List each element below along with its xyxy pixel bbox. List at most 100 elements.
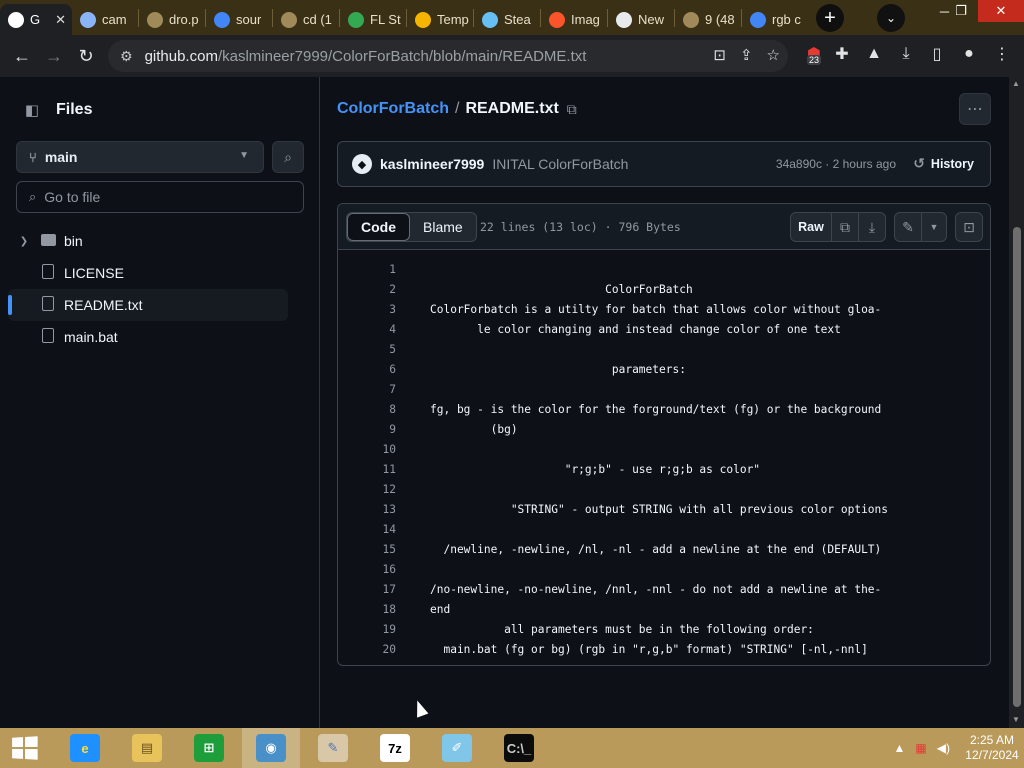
- scroll-down-icon[interactable]: ▼: [1012, 715, 1020, 724]
- close-tab-icon[interactable]: ✕: [55, 12, 66, 28]
- restore-button[interactable]: ❐: [946, 0, 976, 22]
- browser-tab[interactable]: 9 (48: [675, 4, 741, 35]
- line-number[interactable]: 9: [338, 420, 396, 440]
- network-icon[interactable]: ▦: [915, 741, 926, 755]
- taskbar-internet-explorer[interactable]: e: [56, 728, 114, 768]
- install-app-icon[interactable]: ⊡: [713, 46, 726, 64]
- close-window-button[interactable]: ✕: [978, 0, 1024, 22]
- chevron-right-icon[interactable]: ❯: [16, 236, 32, 247]
- line-number[interactable]: 3: [338, 300, 396, 320]
- site-info-icon[interactable]: ⚙: [120, 48, 133, 65]
- edit-file-button[interactable]: ✎: [894, 212, 922, 242]
- flask-icon: ▲: [866, 45, 882, 62]
- more-options-button[interactable]: ⋯: [959, 93, 991, 125]
- line-number[interactable]: 14: [338, 520, 396, 540]
- tray-chevron-up-icon[interactable]: ▲: [894, 741, 906, 755]
- taskbar-7zip[interactable]: 7z: [366, 728, 424, 768]
- new-tab-button[interactable]: +: [816, 4, 844, 32]
- side-panel-button[interactable]: ▯: [923, 38, 951, 70]
- browser-tab[interactable]: Temp: [407, 4, 473, 35]
- browser-tab[interactable]: cam: [72, 4, 138, 35]
- git-branch-icon: ⑂: [29, 149, 37, 165]
- taskbar-chrome[interactable]: ◉: [242, 728, 300, 768]
- line-number[interactable]: 4: [338, 320, 396, 340]
- commit-author[interactable]: kaslmineer7999: [380, 156, 484, 172]
- line-number[interactable]: 11: [338, 460, 396, 480]
- line-number[interactable]: 7: [338, 380, 396, 400]
- taskbar-paint[interactable]: ✎: [304, 728, 362, 768]
- branch-selector[interactable]: ⑂ main ▼: [16, 141, 264, 173]
- internet-explorer-icon: e: [70, 734, 100, 762]
- line-number[interactable]: 5: [338, 340, 396, 360]
- clock[interactable]: 2:25 AM 12/7/2024: [960, 733, 1024, 763]
- browser-tab[interactable]: dro.p: [139, 4, 205, 35]
- tree-file[interactable]: main.bat: [8, 321, 288, 353]
- line-number[interactable]: 20: [338, 640, 396, 660]
- avatar[interactable]: ◆: [352, 154, 372, 174]
- profile-button[interactable]: ●: [955, 38, 983, 70]
- download-raw-button[interactable]: ⤓: [858, 212, 886, 242]
- start-button[interactable]: [0, 728, 48, 768]
- browser-tab[interactable]: cd (1: [273, 4, 339, 35]
- line-number[interactable]: 10: [338, 440, 396, 460]
- copy-raw-button[interactable]: ⧉: [831, 212, 859, 242]
- forward-button[interactable]: →: [38, 40, 70, 72]
- line-number[interactable]: 19: [338, 620, 396, 640]
- taskbar-file-explorer[interactable]: ▤: [118, 728, 176, 768]
- tab-search-button[interactable]: ⌄: [877, 4, 905, 32]
- chrome-menu-button[interactable]: ⋮: [988, 38, 1016, 70]
- line-text: ColorForBatch: [430, 283, 693, 296]
- search-code-button[interactable]: ⌕: [272, 141, 304, 173]
- bookmark-star-icon[interactable]: ☆: [767, 46, 780, 64]
- extension-adblock-button[interactable]: ⬢23: [800, 38, 828, 70]
- browser-tab[interactable]: New: [608, 4, 674, 35]
- line-number[interactable]: 8: [338, 400, 396, 420]
- tab-blame[interactable]: Blame: [410, 213, 476, 241]
- line-number[interactable]: 13: [338, 500, 396, 520]
- downloads-button[interactable]: ⤓: [892, 38, 920, 70]
- go-to-file-input[interactable]: ⌕ Go to file: [16, 181, 304, 213]
- line-number[interactable]: 17: [338, 580, 396, 600]
- symbols-panel-button[interactable]: ⊡: [955, 212, 983, 242]
- edit-dropdown-button[interactable]: ▼: [921, 212, 947, 242]
- line-number[interactable]: 18: [338, 600, 396, 620]
- browser-tab[interactable]: Imag: [541, 4, 607, 35]
- raw-button[interactable]: Raw: [790, 212, 832, 242]
- scrollbar-thumb[interactable]: [1013, 227, 1021, 707]
- commit-meta[interactable]: 34a890c · 2 hours ago: [776, 157, 896, 171]
- scroll-up-icon[interactable]: ▲: [1012, 79, 1020, 88]
- code-viewer: Code Blame 22 lines (13 loc) · 796 Bytes…: [337, 203, 991, 666]
- labs-button[interactable]: ▲: [860, 38, 888, 70]
- line-number[interactable]: 1: [338, 260, 396, 280]
- browser-tab[interactable]: sour: [206, 4, 272, 35]
- volume-icon[interactable]: ◀): [937, 741, 950, 755]
- tree-file[interactable]: README.txt: [8, 289, 288, 321]
- line-number[interactable]: 16: [338, 560, 396, 580]
- tab-code[interactable]: Code: [347, 213, 410, 241]
- reload-button[interactable]: ↻: [70, 40, 102, 72]
- line-number[interactable]: 15: [338, 540, 396, 560]
- back-button[interactable]: ←: [6, 40, 38, 72]
- browser-tab[interactable]: rgb c: [742, 4, 808, 35]
- browser-tab[interactable]: Stea: [474, 4, 540, 35]
- extensions-button[interactable]: ✚: [828, 38, 856, 70]
- history-button[interactable]: ↺ History: [913, 155, 974, 172]
- page-scrollbar[interactable]: ▲ ▼: [1009, 77, 1024, 728]
- browser-tab[interactable]: FL St: [340, 4, 406, 35]
- copy-path-icon[interactable]: ⧉: [567, 101, 577, 118]
- share-icon[interactable]: ⇪: [740, 46, 753, 64]
- address-bar[interactable]: ⚙ github.com/kaslmineer7999/ColorForBatc…: [108, 40, 788, 72]
- taskbar-notepad[interactable]: ✐: [428, 728, 486, 768]
- tree-item-label: bin: [64, 233, 83, 249]
- taskbar-command-prompt[interactable]: C:\_: [490, 728, 548, 768]
- browser-tab[interactable]: G ✕: [0, 4, 72, 35]
- commit-message[interactable]: INITAL ColorForBatch: [492, 156, 628, 172]
- line-number[interactable]: 2: [338, 280, 396, 300]
- repo-link[interactable]: ColorForBatch: [337, 100, 449, 118]
- tree-file[interactable]: LICENSE: [8, 257, 288, 289]
- tree-folder[interactable]: ❯ bin: [8, 225, 288, 257]
- taskbar-store[interactable]: ⊞: [180, 728, 238, 768]
- line-number[interactable]: 12: [338, 480, 396, 500]
- line-number[interactable]: 6: [338, 360, 396, 380]
- collapse-panel-button[interactable]: ◧: [16, 94, 48, 126]
